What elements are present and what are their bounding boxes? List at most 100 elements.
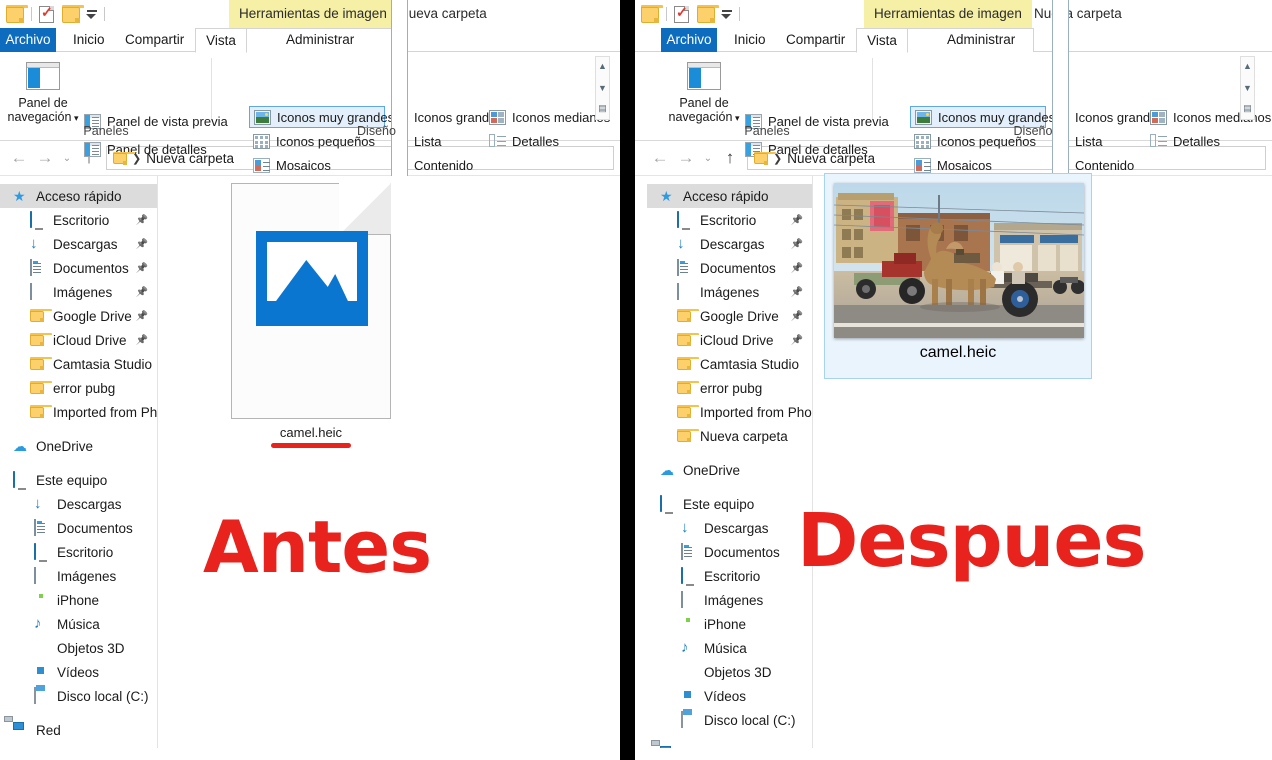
sidebar-item-google-drive[interactable]: Google Drive 📌 xyxy=(647,304,812,328)
sidebar-item-disco-local-c[interactable]: Disco local (C:) xyxy=(647,708,812,732)
sidebar-item-im-genes[interactable]: Imágenes xyxy=(0,564,157,588)
new-folder-icon[interactable] xyxy=(62,5,84,23)
file-list-after[interactable]: camel.heic xyxy=(813,173,1272,748)
sidebar-item-red[interactable]: Red xyxy=(0,716,157,742)
file-item-camel-heic[interactable]: camel.heic xyxy=(230,183,392,448)
pin-icon[interactable]: 📌 xyxy=(136,311,148,322)
file-item-camel-heic[interactable]: camel.heic xyxy=(824,173,1092,379)
view-tiles[interactable]: Mosaicos xyxy=(249,154,335,176)
pin-icon[interactable]: 📌 xyxy=(136,239,148,250)
sidebar-item-onedrive[interactable]: ☁ OneDrive xyxy=(0,434,157,458)
navigation-pane-after[interactable]: ★ Acceso rápido Escritorio 📌 ↓ Descargas 📌 Docu… xyxy=(647,176,813,748)
gallery-scroll-up-icon[interactable]: ▲ xyxy=(596,61,609,71)
sidebar-item-este-equipo[interactable]: Este equipo xyxy=(0,468,157,492)
tab-vista[interactable]: Vista xyxy=(856,28,908,53)
sidebar-item-disco-local-c[interactable]: Disco local (C:) xyxy=(0,684,157,708)
pin-icon[interactable]: 📌 xyxy=(791,311,803,322)
tab-vista[interactable]: Vista xyxy=(195,28,247,53)
tab-archivo[interactable]: Archivo xyxy=(661,28,717,52)
sidebar-item-icloud-drive[interactable]: iCloud Drive 📌 xyxy=(0,328,157,352)
sidebar-item-acceso-r-pido[interactable]: ★ Acceso rápido xyxy=(647,184,812,208)
sidebar-item-onedrive[interactable]: ☁ OneDrive xyxy=(647,458,812,482)
quick-access-toolbar-after[interactable] xyxy=(635,0,747,28)
pin-icon[interactable]: 📌 xyxy=(136,263,148,274)
sidebar-item-objetos-3d[interactable]: Objetos 3D xyxy=(647,660,812,684)
pin-icon[interactable]: 📌 xyxy=(791,335,803,346)
sidebar-item-documentos[interactable]: Documentos xyxy=(0,516,157,540)
sidebar-item-imported-from-pho[interactable]: Imported from Pho xyxy=(0,400,157,424)
gallery-expand-icon[interactable]: ▤ xyxy=(1241,103,1254,113)
sidebar-item-objetos-3d[interactable]: Objetos 3D xyxy=(0,636,157,660)
ribbon-gallery-scrollbar[interactable]: ▲ ▼ ▤ xyxy=(1240,56,1255,120)
pin-icon[interactable]: 📌 xyxy=(136,215,148,226)
sidebar-item-error-pubg[interactable]: error pubg xyxy=(0,376,157,400)
customize-caret-icon[interactable] xyxy=(719,9,732,19)
sidebar-item-escritorio[interactable]: Escritorio 📌 xyxy=(0,208,157,232)
pin-icon[interactable]: 📌 xyxy=(136,335,148,346)
gallery-expand-icon[interactable]: ▤ xyxy=(596,103,609,113)
customize-caret-icon[interactable] xyxy=(84,9,97,19)
sidebar-item-iphone[interactable]: iPhone xyxy=(0,588,157,612)
sidebar-item-descargas[interactable]: ↓ Descargas xyxy=(0,492,157,516)
pin-icon[interactable]: 📌 xyxy=(791,263,803,274)
tab-archivo[interactable]: Archivo xyxy=(0,28,56,52)
sidebar-item-documentos[interactable]: Documentos 📌 xyxy=(0,256,157,280)
sidebar-item-descargas[interactable]: ↓ Descargas 📌 xyxy=(0,232,157,256)
tab-compartir[interactable]: Compartir xyxy=(775,28,856,52)
navigation-pane-before[interactable]: ★ Acceso rápido Escritorio 📌 ↓ Descargas 📌 Docu… xyxy=(0,176,158,748)
pin-icon[interactable]: 📌 xyxy=(136,287,148,298)
nav-pane-button[interactable]: Panel de navegación ▾ xyxy=(661,60,747,125)
sidebar-item-documentos[interactable]: Documentos xyxy=(647,540,812,564)
sidebar-item-descargas[interactable]: ↓ Descargas xyxy=(647,516,812,540)
sidebar-item-descargas[interactable]: ↓ Descargas 📌 xyxy=(647,232,812,256)
tab-inicio[interactable]: Inicio xyxy=(62,28,116,52)
file-list-before[interactable]: camel.heic xyxy=(158,176,620,748)
sidebar-item-escritorio[interactable]: Escritorio xyxy=(647,564,812,588)
sidebar-item-red[interactable]: Red xyxy=(647,740,812,748)
sidebar-item-escritorio[interactable]: Escritorio xyxy=(0,540,157,564)
tab-compartir[interactable]: Compartir xyxy=(114,28,195,52)
sidebar-item-m-sica[interactable]: ♪ Música xyxy=(647,636,812,660)
folder-icon[interactable] xyxy=(641,5,663,23)
sidebar-item-google-drive[interactable]: Google Drive 📌 xyxy=(0,304,157,328)
quick-access-toolbar[interactable] xyxy=(0,0,112,28)
properties-icon[interactable] xyxy=(39,4,54,23)
back-arrow-icon[interactable]: ← xyxy=(6,145,32,171)
sidebar-item-error-pubg[interactable]: error pubg xyxy=(647,376,812,400)
tab-administrar[interactable]: Administrar xyxy=(936,28,1026,52)
sidebar-item-v-deos[interactable]: Vídeos xyxy=(647,684,812,708)
recent-locations-icon[interactable]: ⌄ xyxy=(58,145,76,171)
sidebar-item-icloud-drive[interactable]: iCloud Drive 📌 xyxy=(647,328,812,352)
sidebar-item-camtasia-studio[interactable]: Camtasia Studio xyxy=(0,352,157,376)
folder-icon[interactable] xyxy=(6,5,28,23)
sidebar-item-nueva-carpeta[interactable]: Nueva carpeta xyxy=(647,424,812,448)
view-content[interactable]: Contenido xyxy=(387,0,477,452)
sidebar-item-este-equipo[interactable]: Este equipo xyxy=(647,492,812,516)
back-arrow-icon[interactable]: ← xyxy=(647,145,673,171)
up-arrow-icon[interactable]: ↑ xyxy=(717,145,743,171)
forward-arrow-icon[interactable]: → xyxy=(673,145,699,171)
sidebar-item-im-genes[interactable]: Imágenes xyxy=(647,588,812,612)
sidebar-item-camtasia-studio[interactable]: Camtasia Studio xyxy=(647,352,812,376)
sidebar-item-v-deos[interactable]: Vídeos xyxy=(0,660,157,684)
pin-icon[interactable]: 📌 xyxy=(791,215,803,226)
gallery-scroll-down-icon[interactable]: ▼ xyxy=(596,83,609,93)
sidebar-item-imported-from-pho[interactable]: Imported from Pho xyxy=(647,400,812,424)
new-folder-icon[interactable] xyxy=(697,5,719,23)
gallery-scroll-down-icon[interactable]: ▼ xyxy=(1241,83,1254,93)
properties-icon[interactable] xyxy=(674,4,689,23)
sidebar-item-acceso-r-pido[interactable]: ★ Acceso rápido xyxy=(0,184,157,208)
recent-locations-icon[interactable]: ⌄ xyxy=(699,145,717,171)
sidebar-item-escritorio[interactable]: Escritorio 📌 xyxy=(647,208,812,232)
tab-inicio[interactable]: Inicio xyxy=(723,28,777,52)
sidebar-item-im-genes[interactable]: Imágenes 📌 xyxy=(0,280,157,304)
details-pane-button[interactable]: Panel de detalles xyxy=(80,138,211,160)
tab-administrar[interactable]: Administrar xyxy=(275,28,365,52)
pin-icon[interactable]: 📌 xyxy=(791,287,803,298)
sidebar-item-iphone[interactable]: iPhone xyxy=(647,612,812,636)
gallery-scroll-up-icon[interactable]: ▲ xyxy=(1241,61,1254,71)
ribbon-gallery-scrollbar[interactable]: ▲ ▼ ▤ xyxy=(595,56,610,120)
forward-arrow-icon[interactable]: → xyxy=(32,145,58,171)
sidebar-item-m-sica[interactable]: ♪ Música xyxy=(0,612,157,636)
sidebar-item-im-genes[interactable]: Imágenes 📌 xyxy=(647,280,812,304)
